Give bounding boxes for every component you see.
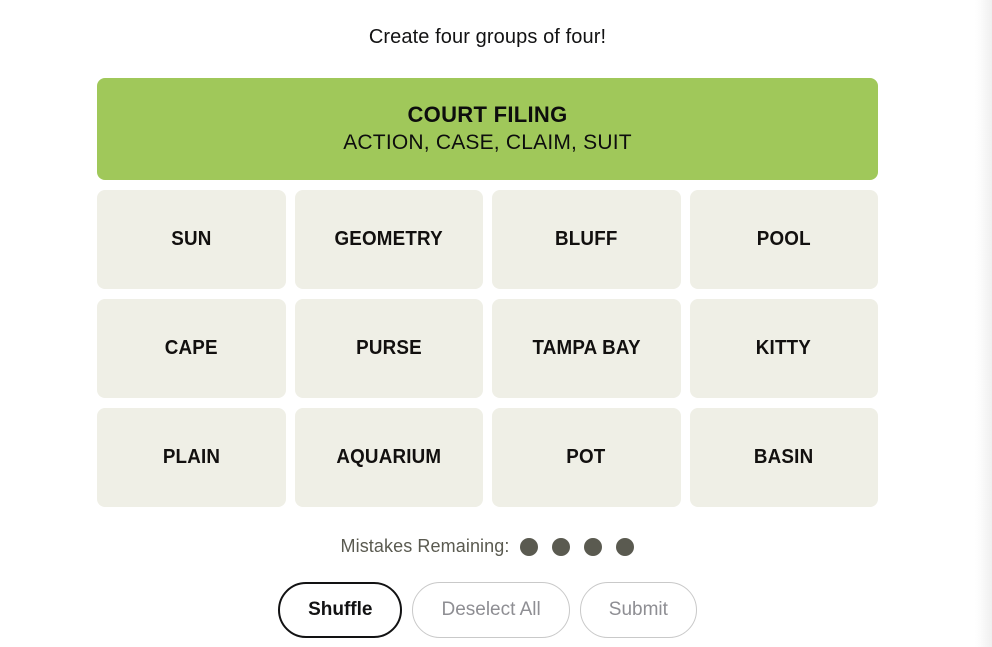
tile-purse[interactable]: PURSE [294,299,483,398]
tile-label: KITTY [756,337,812,359]
connections-game-page: Create four groups of four! COURT FILING… [0,0,975,647]
mistakes-remaining: Mistakes Remaining: [0,536,975,557]
tile-label: PLAIN [162,446,220,468]
action-buttons: Shuffle Deselect All Submit [0,582,975,638]
tile-label: AQUARIUM [336,446,442,468]
tile-kitty[interactable]: KITTY [689,299,878,398]
mistakes-dots [520,537,635,556]
tile-row: CAPE PURSE TAMPA BAY KITTY [97,299,878,398]
tile-pot[interactable]: POT [492,408,681,507]
deselect-all-button[interactable]: Deselect All [412,582,570,638]
tile-label: POOL [756,228,811,250]
tile-label: BASIN [754,446,814,468]
mistake-dot [584,537,603,556]
tile-label: CAPE [164,337,218,359]
game-board: COURT FILING ACTION, CASE, CLAIM, SUIT S… [97,49,878,507]
submit-button[interactable]: Submit [579,582,697,638]
tile-aquarium[interactable]: AQUARIUM [294,408,483,507]
tile-label: BLUFF [554,228,618,250]
tile-basin[interactable]: BASIN [689,408,878,507]
solved-group-name: COURT FILING [407,101,568,127]
tile-label: TAMPA BAY [532,337,641,359]
tile-label: PURSE [355,337,422,359]
tile-sun[interactable]: SUN [97,190,286,289]
tile-bluff[interactable]: BLUFF [492,190,681,289]
tile-cape[interactable]: CAPE [97,299,286,398]
solved-group-members: ACTION, CASE, CLAIM, SUIT [343,130,632,154]
mistakes-remaining-label: Mistakes Remaining: [340,536,510,556]
mistake-dot [552,537,571,556]
page-title: Create four groups of four! [368,26,607,48]
tile-tampa-bay[interactable]: TAMPA BAY [492,299,681,398]
shuffle-button[interactable]: Shuffle [278,582,403,638]
tile-pool[interactable]: POOL [689,190,878,289]
solved-group-court-filing: COURT FILING ACTION, CASE, CLAIM, SUIT [97,78,878,180]
page-right-gutter [975,0,992,647]
tile-plain[interactable]: PLAIN [97,408,286,507]
tile-row: SUN GEOMETRY BLUFF POOL [97,190,878,289]
tile-label: GEOMETRY [334,228,443,250]
mistake-dot [520,537,539,556]
tile-label: POT [566,446,606,468]
tile-label: SUN [171,228,212,250]
tile-geometry[interactable]: GEOMETRY [294,190,483,289]
mistake-dot [616,537,635,556]
tile-row: PLAIN AQUARIUM POT BASIN [97,408,878,507]
